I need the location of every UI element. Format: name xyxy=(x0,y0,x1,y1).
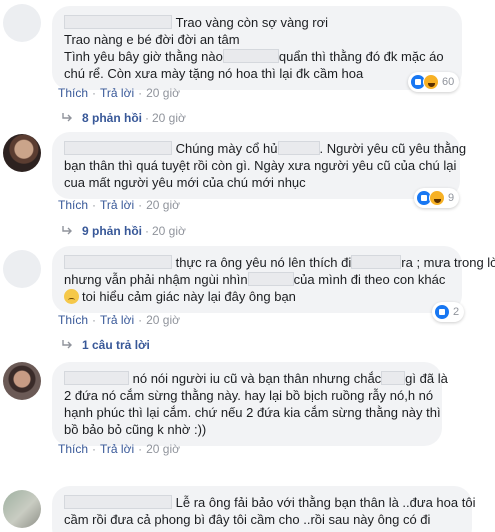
reply-link[interactable]: Trả lời xyxy=(100,86,134,100)
comment-text: Chúng mày cổ hủ xyxy=(175,141,278,156)
avatar[interactable] xyxy=(3,362,41,400)
redacted-text xyxy=(222,49,279,63)
redacted-name xyxy=(64,371,129,385)
like-reaction-icon xyxy=(434,304,450,320)
like-link[interactable]: Thích xyxy=(58,86,88,100)
comment-text: nó nói người iu cũ và bạn thân nhưng chắ… xyxy=(132,371,382,386)
comment-actions: Thích · Trả lời · 20 giờ xyxy=(58,198,180,212)
redacted-text xyxy=(381,371,406,385)
reply-link[interactable]: Trả lời xyxy=(100,442,134,456)
reaction-count[interactable]: 9 xyxy=(414,188,460,208)
comment-bubble: thực ra ông yêu nó lên thích đi ra ; mưa … xyxy=(52,246,495,313)
replies-time: 20 giờ xyxy=(152,224,186,238)
comment-text: ra ; mưa trong lòng xyxy=(401,255,495,270)
view-replies-button[interactable]: 9 phản hồi · 20 giờ xyxy=(62,224,186,238)
redacted-text xyxy=(351,255,402,269)
redacted-name xyxy=(64,495,172,509)
comment-bubble: Lễ ra ông fải bảo với thằng bạn thân là … xyxy=(52,486,475,532)
comment-text: thực ra ông yêu nó lên thích đi xyxy=(175,255,352,270)
timestamp[interactable]: 20 giờ xyxy=(146,86,180,100)
reply-link[interactable]: Trả lời xyxy=(100,198,134,212)
redacted-text xyxy=(247,272,294,286)
comment-bubble: Chúng mày cổ hủ. Người yêu cũ yêu thằng … xyxy=(52,132,466,199)
like-link[interactable]: Thích xyxy=(58,442,88,456)
view-replies-button[interactable]: 1 câu trả lời xyxy=(62,338,150,352)
redacted-text xyxy=(277,141,320,155)
avatar[interactable] xyxy=(3,134,41,172)
comment-text: gì đã là xyxy=(405,371,448,386)
comment-bubble: nó nói người iu cũ và bạn thân nhưng chắ… xyxy=(52,362,448,446)
avatar[interactable] xyxy=(3,250,41,288)
comment-actions: Thích · Trả lời · 20 giờ xyxy=(58,86,180,100)
reaction-count[interactable]: 60 xyxy=(408,72,460,92)
comment-text: của mình đi theo con khác xyxy=(293,272,446,287)
comment-text: bạn thân thì quá tuyệt rồi còn gì. Ngày … xyxy=(64,158,457,173)
redacted-name xyxy=(64,255,172,269)
comment-text: quẩn thì thằng đó đk mặc áo xyxy=(278,49,444,64)
comment-text: Tình yêu bây giờ thằng nào xyxy=(64,49,223,64)
replies-count: 8 phản hồi xyxy=(82,111,142,125)
timestamp[interactable]: 20 giờ xyxy=(146,198,180,212)
comment-text: Lễ ra ông fải bảo với thằng bạn thân là … xyxy=(175,495,476,510)
haha-reaction-icon xyxy=(429,190,445,206)
comment-text: Trao vàng còn sợ vàng rơi xyxy=(175,15,329,30)
reaction-number: 2 xyxy=(453,306,460,318)
avatar[interactable] xyxy=(3,490,41,528)
comment-actions: Thích · Trả lời · 20 giờ xyxy=(58,313,180,327)
reaction-number: 9 xyxy=(448,192,455,204)
reaction-count[interactable]: 2 xyxy=(432,302,465,322)
view-replies-button[interactable]: 8 phản hồi · 20 giờ xyxy=(62,111,186,125)
replies-count: 1 câu trả lời xyxy=(82,338,150,352)
redacted-name xyxy=(64,141,172,155)
comment-text: cua mất người yêu mới của chú mới nhục xyxy=(64,175,306,190)
timestamp[interactable]: 20 giờ xyxy=(146,313,180,327)
reply-arrow-icon xyxy=(62,226,72,235)
reply-arrow-icon xyxy=(62,340,72,349)
comment-actions: Thích · Trả lời · 20 giờ xyxy=(58,442,180,456)
comment-text: toi hiểu cảm giác này lại đây ông bạn xyxy=(82,289,296,304)
redacted-name xyxy=(64,15,172,29)
timestamp[interactable]: 20 giờ xyxy=(146,442,180,456)
comment-text: chú rể. Còn xưa mày tặng nó hoa thì lại … xyxy=(64,66,364,81)
comment-text: nhưng vẫn phải nhậm ngùi nhìn xyxy=(64,272,248,287)
like-link[interactable]: Thích xyxy=(58,313,88,327)
replies-count: 9 phản hồi xyxy=(82,224,142,238)
comment-text: Trao nàng e bé đời đời an tâm xyxy=(64,32,240,47)
comment-text: 2 đứa nó cắm sừng thằng này. hay lại bồ … xyxy=(64,388,434,403)
avatar[interactable] xyxy=(3,4,41,42)
haha-reaction-icon xyxy=(423,74,439,90)
comment-text: hạnh phúc thì lại cắm. chứ nếu 2 đứa kia… xyxy=(64,405,441,420)
comment-text: . Người yêu cũ yêu thằng xyxy=(319,141,467,156)
reply-arrow-icon xyxy=(62,113,72,122)
comment-text: bồ bảo bỏ cũng k nhờ :)) xyxy=(64,422,207,437)
comment-text: cầm rồi đưa cả phong bì đây tôi cầm cho … xyxy=(64,512,431,527)
reaction-number: 60 xyxy=(442,76,455,88)
comment-bubble: Trao vàng còn sợ vàng rơi Trao nàng e bé… xyxy=(52,6,462,90)
like-link[interactable]: Thích xyxy=(58,198,88,212)
reply-link[interactable]: Trả lời xyxy=(100,313,134,327)
sad-face-icon xyxy=(64,289,79,304)
replies-time: 20 giờ xyxy=(152,111,186,125)
